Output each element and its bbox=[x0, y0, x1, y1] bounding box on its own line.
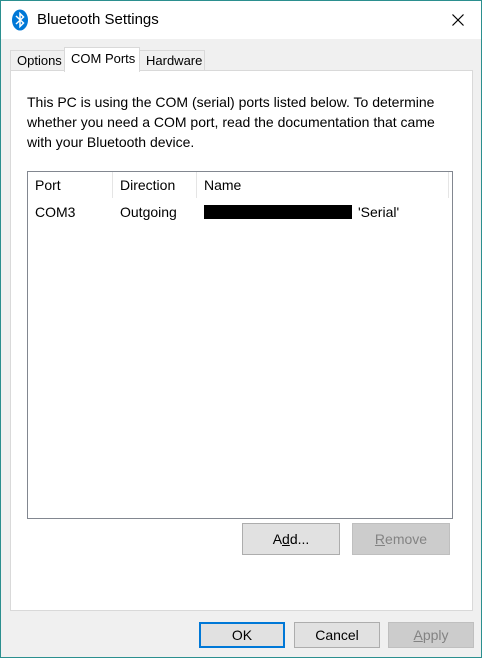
list-header: Port Direction Name bbox=[28, 172, 452, 198]
bluetooth-icon bbox=[12, 9, 28, 31]
column-header-port[interactable]: Port bbox=[28, 172, 113, 198]
title-bar[interactable]: Bluetooth Settings bbox=[1, 1, 481, 39]
cancel-button[interactable]: Cancel bbox=[294, 622, 380, 648]
close-icon bbox=[452, 14, 464, 26]
apply-button[interactable]: Apply bbox=[388, 622, 474, 648]
tab-hardware[interactable]: Hardware bbox=[139, 50, 205, 71]
com-ports-description: This PC is using the COM (serial) ports … bbox=[27, 94, 435, 150]
name-suffix: 'Serial' bbox=[358, 204, 400, 220]
direction-cell: Outgoing bbox=[120, 204, 177, 220]
name-cell: 'Serial' bbox=[197, 200, 399, 224]
remove-button[interactable]: Remove bbox=[352, 523, 450, 555]
column-header-direction[interactable]: Direction bbox=[113, 172, 197, 198]
column-header-name[interactable]: Name bbox=[197, 172, 449, 198]
add-button[interactable]: Ad d... bbox=[242, 523, 340, 555]
com-ports-list[interactable]: Port Direction Name COM3 Outgoing 'Seria… bbox=[27, 171, 453, 519]
bluetooth-settings-window: Bluetooth Settings Options COM Ports Har… bbox=[0, 0, 482, 658]
close-button[interactable] bbox=[435, 1, 481, 39]
redacted-device-name bbox=[204, 205, 352, 220]
tab-options[interactable]: Options bbox=[10, 50, 66, 71]
com-ports-panel: This PC is using the COM (serial) ports … bbox=[10, 70, 473, 611]
list-item[interactable]: COM3 Outgoing 'Serial' bbox=[28, 200, 452, 224]
window-title: Bluetooth Settings bbox=[37, 11, 159, 28]
port-cell: COM3 bbox=[35, 204, 76, 220]
ok-button[interactable]: OK bbox=[199, 622, 285, 648]
tab-com-ports[interactable]: COM Ports bbox=[64, 47, 140, 72]
